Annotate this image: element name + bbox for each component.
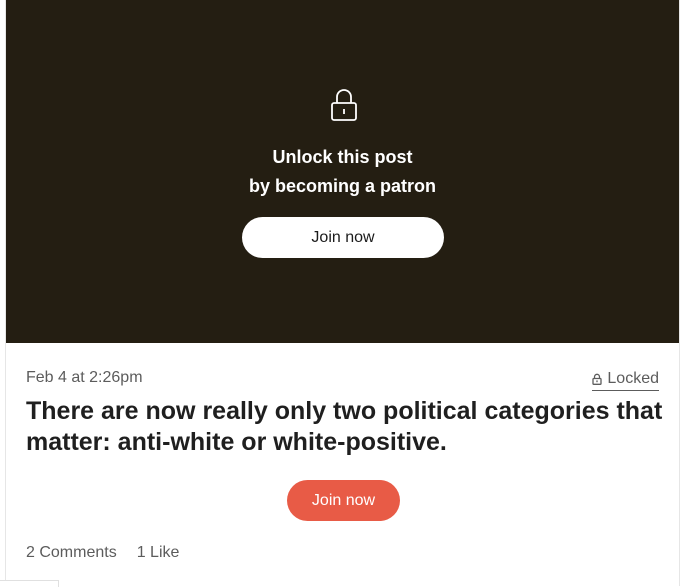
banner-join-now-button[interactable]: Join now bbox=[242, 217, 444, 258]
unlock-message: Unlock this post by becoming a patron bbox=[6, 143, 679, 201]
post-stats: 2 Comments 1 Like bbox=[26, 544, 179, 562]
locked-content-banner: Unlock this post by becoming a patron Jo… bbox=[6, 0, 679, 343]
post-title[interactable]: There are now really only two political … bbox=[26, 396, 666, 458]
padlock-icon bbox=[331, 89, 357, 121]
lock-icon bbox=[592, 373, 603, 385]
unlock-message-line2: by becoming a patron bbox=[248, 176, 437, 196]
join-now-button[interactable]: Join now bbox=[287, 480, 400, 521]
comments-count[interactable]: 2 Comments bbox=[26, 544, 117, 562]
post-card: Unlock this post by becoming a patron Jo… bbox=[5, 0, 680, 586]
likes-count[interactable]: 1 Like bbox=[137, 544, 180, 562]
unlock-message-line1: Unlock this post bbox=[272, 147, 413, 167]
locked-badge[interactable]: Locked bbox=[592, 370, 659, 391]
locked-label: Locked bbox=[607, 370, 659, 387]
post-date: Feb 4 at 2:26pm bbox=[26, 369, 143, 386]
